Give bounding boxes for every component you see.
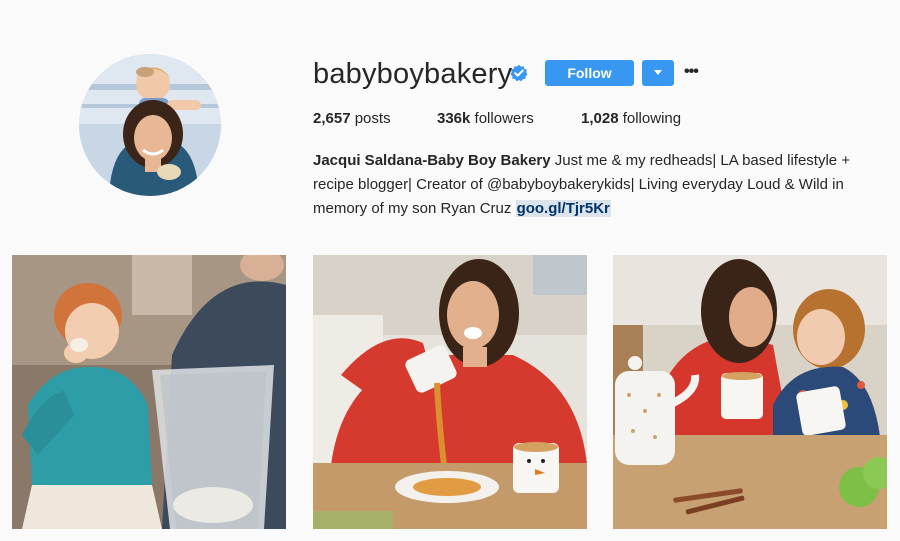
post-thumbnail[interactable] [12, 255, 286, 529]
followers-label: followers [474, 110, 534, 127]
more-options-icon[interactable]: ••• [684, 62, 700, 82]
profile-username: babyboybakery [313, 58, 513, 90]
profile-full-name: Jacqui Saldana-Baby Boy Bakery [313, 152, 551, 169]
profile-bio: Jacqui Saldana-Baby Boy Bakery Just me &… [313, 149, 888, 221]
chevron-down-icon [654, 70, 662, 75]
following-label: following [622, 110, 682, 127]
verified-badge-icon [510, 64, 528, 82]
following-stat[interactable]: 1,028 following [581, 110, 681, 128]
bio-link[interactable]: goo.gl/Tjr5Kr [515, 200, 611, 217]
post-thumbnail[interactable] [313, 255, 587, 529]
profile-avatar[interactable] [79, 54, 221, 196]
post-thumbnail[interactable] [613, 255, 887, 529]
posts-stat: 2,657 posts [313, 110, 391, 128]
posts-count: 2,657 [313, 110, 351, 127]
followers-stat[interactable]: 336k followers [437, 110, 534, 128]
suggested-dropdown-button[interactable] [642, 60, 674, 86]
followers-count: 336k [437, 110, 471, 127]
posts-label: posts [354, 110, 391, 127]
following-count: 1,028 [581, 110, 619, 127]
follow-button[interactable]: Follow [545, 60, 634, 86]
